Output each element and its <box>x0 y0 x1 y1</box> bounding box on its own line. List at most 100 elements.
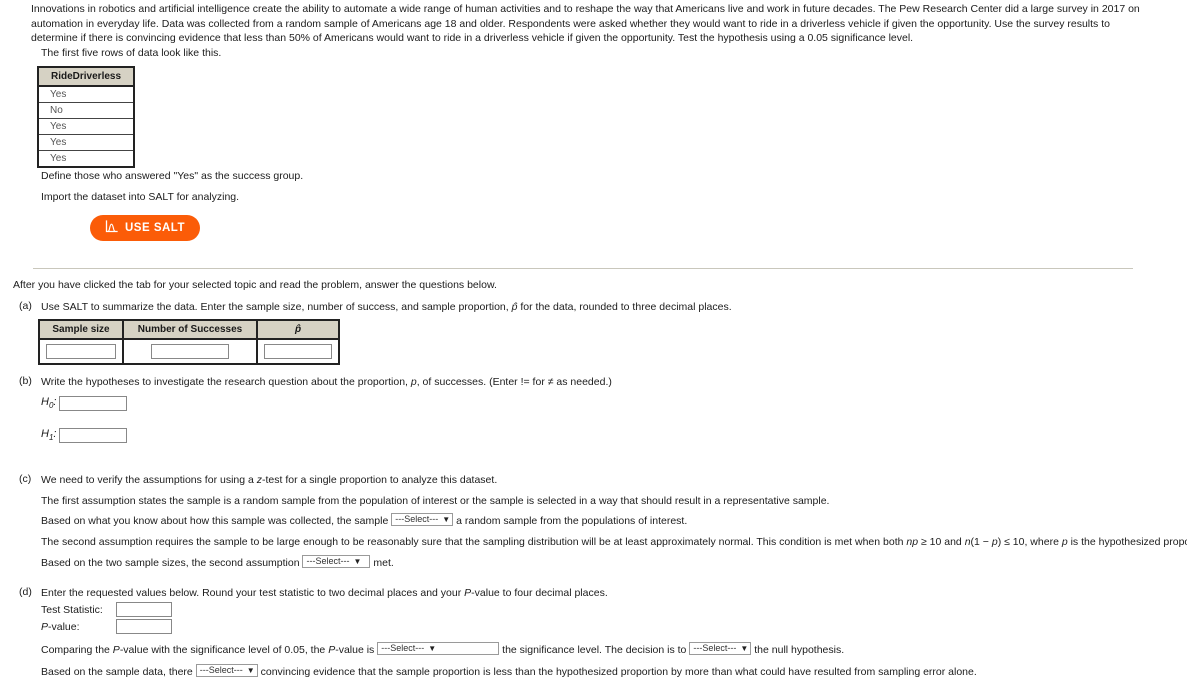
table-row: No <box>38 102 135 119</box>
table-row: Yes <box>38 118 135 135</box>
summary-input-row <box>39 339 339 364</box>
define-success-text: Define those who answered "Yes" as the s… <box>41 170 304 182</box>
decision-select[interactable]: ---Select--- ▼ <box>689 642 752 655</box>
second-assumption-select-value: ---Select--- <box>306 556 350 566</box>
conclusion-select-value: ---Select--- <box>199 665 243 675</box>
p-value-input[interactable] <box>116 619 172 634</box>
compare-text-4: the significance level. The decision is … <box>502 643 687 656</box>
p-value-P-symbol: P <box>41 620 49 633</box>
part-b-text: Write the hypotheses to investigate the … <box>41 375 612 389</box>
part-b-label: (b) <box>19 375 32 387</box>
np-symbol: np <box>906 536 919 548</box>
cell-value: Yes <box>50 153 67 164</box>
null-hypothesis-row: H0: <box>41 396 128 411</box>
p-value-comparison-select-value: ---Select--- <box>381 643 425 653</box>
conclusion-text-1: Based on the sample data, there <box>41 665 193 678</box>
second-assumption-answer-row: Based on the two sample sizes, the secon… <box>41 555 394 569</box>
column-header-ridedriverless: RideDriverless <box>38 67 135 87</box>
second-assumption-suffix-text: met. <box>373 556 394 569</box>
conclusion-select[interactable]: ---Select--- ▼ <box>195 664 258 677</box>
compare-text-5: the null hypothesis. <box>754 643 845 656</box>
column-header-sample-size: Sample size <box>39 320 124 340</box>
random-sample-suffix-text: a random sample from the populations of … <box>456 514 688 527</box>
table-row: Yes <box>38 151 134 168</box>
part-d-intro-1: Enter the requested values below. Round … <box>41 587 465 599</box>
summary-header-row: Sample size Number of Successes p̂ <box>39 320 339 340</box>
use-salt-button[interactable]: USE SALT <box>90 215 200 241</box>
number-of-successes-input[interactable] <box>151 344 229 359</box>
compare-text-2: -value with the significance level of 0.… <box>119 643 329 656</box>
first-assumption-answer-row: Based on what you know about how this sa… <box>41 513 688 527</box>
random-sample-select-value: ---Select--- <box>395 514 439 524</box>
p-value-label-rest: -value: <box>48 620 80 633</box>
use-salt-label: USE SALT <box>124 222 185 234</box>
compare-P-symbol-2: P <box>328 643 336 656</box>
h0-input[interactable] <box>59 396 128 411</box>
part-c-intro-2: -test for a single proportion to analyze… <box>262 474 498 486</box>
part-b-text-1: Write the hypotheses to investigate the … <box>41 376 411 388</box>
chevron-down-icon: ▼ <box>740 644 749 653</box>
test-statistic-label: Test Statistic: <box>41 603 103 616</box>
cell-value: Yes <box>38 86 135 103</box>
p-value-label: P-value: <box>41 621 116 633</box>
cell-phat <box>257 339 339 364</box>
first-assumption-text: The first assumption states the sample i… <box>41 495 830 507</box>
part-c-intro: We need to verify the assumptions for us… <box>41 473 497 487</box>
part-d-label: (d) <box>19 586 32 598</box>
h1-label: H1: <box>41 428 56 442</box>
first-rows-caption: The first five rows of data look like th… <box>41 47 222 59</box>
part-a-label: (a) <box>19 300 32 312</box>
second-assumption-part-2: ≥ 10 and <box>918 536 965 548</box>
test-statistic-row: Test Statistic: <box>41 602 172 617</box>
sample-size-input[interactable] <box>46 344 116 359</box>
cell-value: No <box>38 102 135 119</box>
based-two-sizes-text: Based on the two sample sizes, the secon… <box>41 556 300 569</box>
after-tab-instruction: After you have clicked the tab for your … <box>13 279 497 291</box>
distribution-curve-icon <box>105 220 118 236</box>
table-header-row: RideDriverless <box>38 67 135 87</box>
part-c-intro-1: We need to verify the assumptions for us… <box>41 474 257 486</box>
part-d-intro: Enter the requested values below. Round … <box>41 586 608 600</box>
conclusion-row: Based on the sample data, there ---Selec… <box>41 664 977 678</box>
compare-P-symbol-1: P <box>112 643 120 656</box>
chevron-down-icon: ▼ <box>428 644 437 653</box>
alternative-hypothesis-row: H1: <box>41 428 128 443</box>
p-value-comparison-select[interactable]: ---Select--- ▼ <box>377 642 500 655</box>
section-divider <box>33 268 1133 269</box>
chevron-down-icon: ▼ <box>353 557 362 566</box>
based-on-collection-text: Based on what you know about how this sa… <box>41 514 389 527</box>
part-a-text: Use SALT to summarize the data. Enter th… <box>41 300 732 314</box>
phat-input[interactable] <box>264 344 332 359</box>
h1-letter: H <box>41 428 49 441</box>
random-sample-select[interactable]: ---Select--- ▼ <box>391 513 454 526</box>
h0-letter: H <box>41 396 49 409</box>
part-a-text-1: Use SALT to summarize the data. Enter th… <box>41 301 512 313</box>
chevron-down-icon: ▼ <box>246 666 255 675</box>
h0-label: H0: <box>41 396 56 410</box>
second-assumption-text: The second assumption requires the sampl… <box>41 535 1187 549</box>
p-value-row: P-value: <box>41 619 172 634</box>
compare-text-1: Comparing the <box>41 643 113 656</box>
column-header-phat: p̂ <box>257 320 339 340</box>
import-instruction-text: Import the dataset into SALT for analyzi… <box>41 191 240 203</box>
summary-input-table: Sample size Number of Successes p̂ <box>38 319 340 365</box>
cell-number-of-successes <box>123 339 258 364</box>
column-header-number-of-successes: Number of Successes <box>123 320 258 340</box>
part-d-intro-2: -value to four decimal places. <box>471 587 608 599</box>
p-value-comparison-row: Comparing the P -value with the significa… <box>41 642 845 656</box>
chevron-down-icon: ▼ <box>442 515 451 524</box>
second-assumption-select[interactable]: ---Select--- ▼ <box>302 555 371 568</box>
second-assumption-part-3: (1 − <box>970 536 992 548</box>
cell-sample-size <box>39 339 124 364</box>
decision-select-value: ---Select--- <box>693 643 737 653</box>
conclusion-text-2: convincing evidence that the sample prop… <box>260 665 977 678</box>
second-assumption-part-5: is the hypothesized proportion. <box>1070 536 1187 548</box>
h0-colon: : <box>53 396 57 409</box>
part-a-text-2: for the data, rounded to three decimal p… <box>517 301 732 313</box>
part-b-text-2: , of successes. (Enter != for ≠ as neede… <box>416 376 612 388</box>
second-assumption-part-1: The second assumption requires the sampl… <box>41 536 907 548</box>
test-statistic-input[interactable] <box>116 602 172 617</box>
h1-colon: : <box>53 428 57 441</box>
h1-input[interactable] <box>59 428 128 443</box>
second-assumption-part-4: ) ≤ 10, where <box>997 536 1062 548</box>
